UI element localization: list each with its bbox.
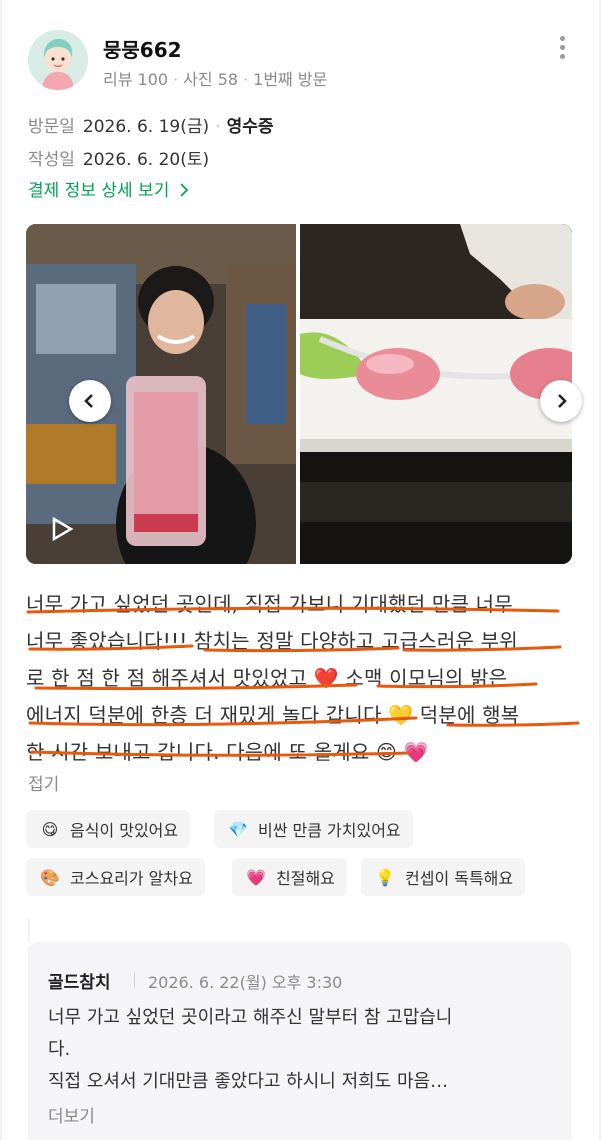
photo-1-image xyxy=(26,224,296,564)
reply-separator xyxy=(134,972,135,988)
review-line: 너무 가고 싶었던 곳인데, 직접 가보니 기대했던 만큼 너무 xyxy=(26,592,513,616)
reply-date: 2026. 6. 22(월) 오후 3:30 xyxy=(148,973,343,992)
review-line: 로 한 점 한 점 해주셔서 맛있었고 ❤️ 소맥 이모님의 밝은 xyxy=(26,666,508,690)
payment-detail-link[interactable]: 결제 정보 상세 보기 xyxy=(28,176,189,201)
visit-date-line: 방문일 2026. 6. 19(금) · 영수증 xyxy=(28,112,273,137)
tag-label: 컨셉이 독특해요 xyxy=(405,869,514,888)
photo-count: 사진 58 xyxy=(183,70,239,89)
video-play-icon xyxy=(52,516,74,542)
chevron-right-icon xyxy=(558,394,567,408)
reply-author: 골드참치 xyxy=(48,973,111,993)
card-border-left xyxy=(0,0,2,1140)
tag-label: 코스요리가 알차요 xyxy=(70,869,193,888)
written-date: 2026. 6. 20(토) xyxy=(82,150,210,170)
user-avatar-icon xyxy=(28,30,88,90)
review-line: 한 시간 보내고 갑니다. 다음에 또 올게요 😊 💗 xyxy=(26,740,429,764)
visit-date: 2026. 6. 19(금) xyxy=(82,117,210,137)
keyword-tag[interactable]: 😋 음식이 맛있어요 xyxy=(26,810,191,848)
palette-emoji-icon: 🎨 xyxy=(40,867,60,887)
reply-connector xyxy=(28,918,46,942)
meta-separator: · xyxy=(243,70,249,89)
written-date-line: 작성일 2026. 6. 20(토) xyxy=(28,145,209,170)
payment-detail-label: 결제 정보 상세 보기 xyxy=(28,181,170,201)
gem-emoji-icon: 💎 xyxy=(228,819,248,839)
smile-emoji-icon: 😋 xyxy=(41,819,59,839)
meta-separator: · xyxy=(173,70,179,89)
visit-date-label: 방문일 xyxy=(28,117,75,137)
keyword-tag[interactable]: 💎 비싼 만큼 가치있어요 xyxy=(214,810,413,848)
tag-label: 음식이 맛있어요 xyxy=(70,821,179,840)
review-line: 에너지 덕분에 한층 더 재밌게 놀다 갑니다 💛 덕분에 행복 xyxy=(26,703,520,727)
avatar[interactable] xyxy=(28,30,88,90)
reply-line: 직접 오셔서 기대만큼 좋았다고 하시니 저희도 마음… xyxy=(48,1071,449,1092)
tag-label: 친절해요 xyxy=(276,869,335,888)
more-vertical-icon[interactable] xyxy=(553,36,571,64)
keyword-tag[interactable]: 🎨 코스요리가 알차요 xyxy=(26,858,205,896)
collapse-button[interactable]: 접기 xyxy=(28,770,59,795)
photo-2-image xyxy=(300,224,572,564)
visit-method: 영수증 xyxy=(226,117,274,137)
tag-label: 비싼 만큼 가치있어요 xyxy=(258,821,401,840)
review-line: 너무 좋았습니다!!! 참치는 정말 다양하고 고급스러운 부위 xyxy=(26,629,518,653)
user-meta: 리뷰 100 · 사진 58 · 1번째 방문 xyxy=(103,66,327,90)
review-photo-2[interactable] xyxy=(300,224,572,564)
review-text: 너무 가고 싶었던 곳인데, 직접 가보니 기대했던 만큼 너무 너무 좋았습니… xyxy=(26,586,574,771)
review-count: 리뷰 100 xyxy=(103,70,169,89)
chevron-left-icon xyxy=(84,394,93,408)
keyword-tag[interactable]: 💡 컨셉이 독특해요 xyxy=(361,858,526,896)
review-card: 뭉뭉662 리뷰 100 · 사진 58 · 1번째 방문 방문일 2026. 6. 19… xyxy=(0,0,601,1140)
user-name[interactable]: 뭉뭉662 xyxy=(103,34,182,63)
chevron-right-icon xyxy=(180,183,189,197)
bulb-emoji-icon: 💡 xyxy=(375,867,395,887)
reply-text: 너무 가고 싶었던 곳이라고 해주신 말부터 참 고맙습니 다. 직접 오셔서 … xyxy=(48,1002,558,1098)
reply-more-button[interactable]: 더보기 xyxy=(48,1102,95,1127)
keyword-tag[interactable]: 💗 친절해요 xyxy=(232,858,347,896)
carousel-prev-button[interactable] xyxy=(69,380,111,422)
written-date-label: 작성일 xyxy=(28,150,75,170)
photo-carousel[interactable] xyxy=(26,224,582,564)
review-photo-1[interactable] xyxy=(26,224,296,564)
meta-separator: · xyxy=(215,117,221,137)
visit-count: 1번째 방문 xyxy=(253,70,328,89)
reply-line: 다. xyxy=(48,1039,71,1060)
reply-line: 너무 가고 싶었던 곳이라고 해주신 말부터 참 고맙습니 xyxy=(48,1007,453,1028)
carousel-next-button[interactable] xyxy=(540,380,582,422)
heart-emoji-icon: 💗 xyxy=(246,867,266,887)
owner-reply: 골드참치 2026. 6. 22(월) 오후 3:30 너무 가고 싶었던 곳이… xyxy=(28,942,571,1140)
